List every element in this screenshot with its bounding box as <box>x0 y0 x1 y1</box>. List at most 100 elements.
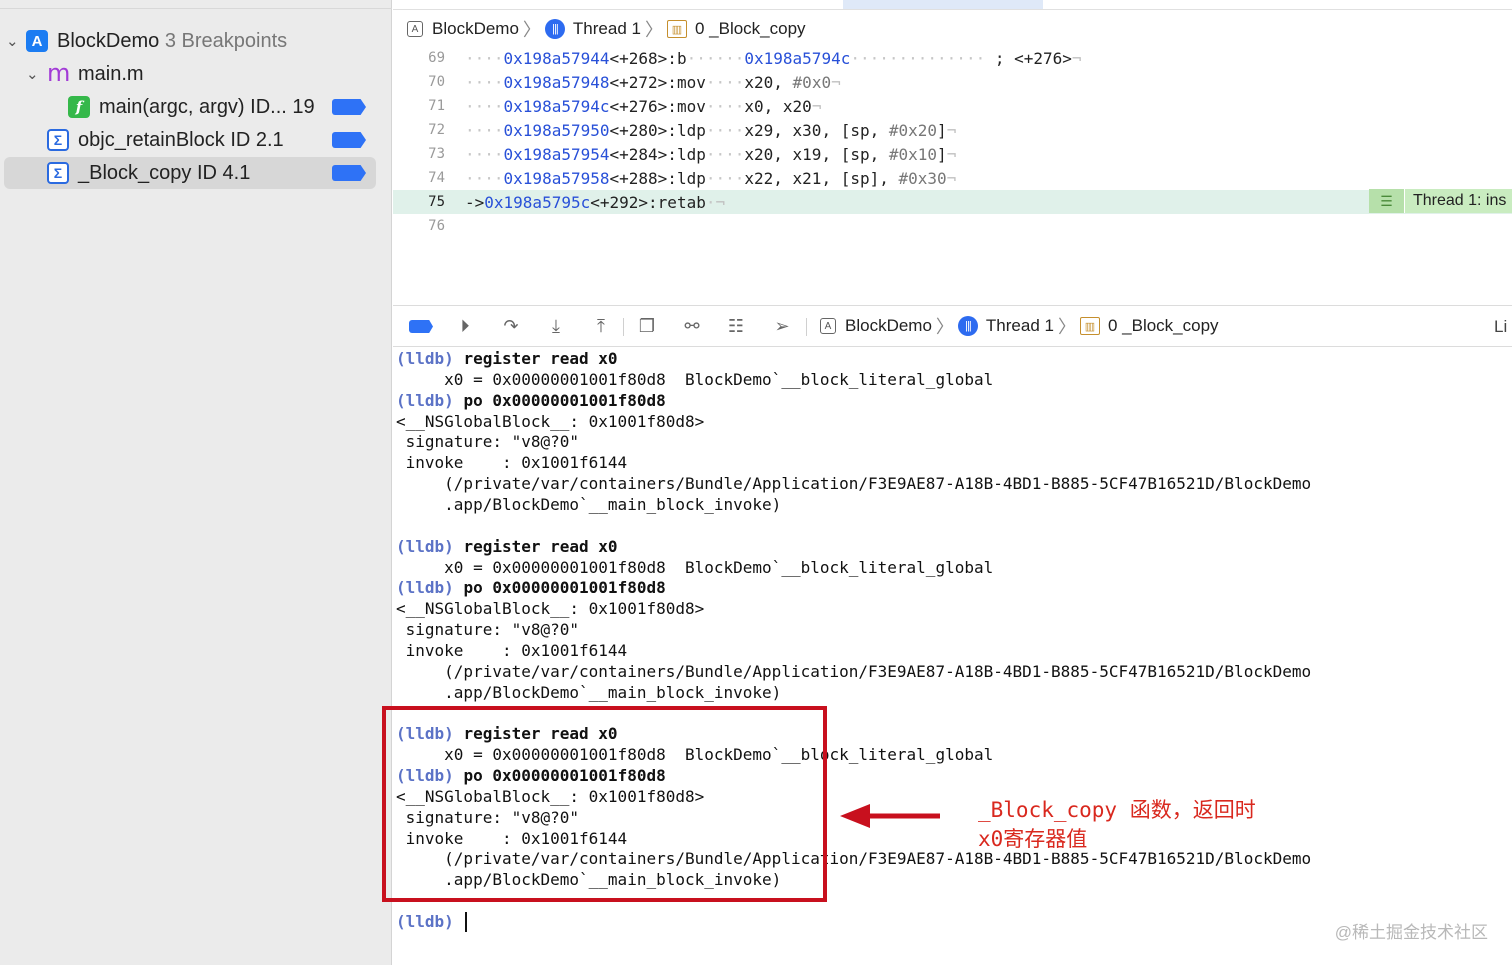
instruction-address: 0x198a57948 <box>503 72 610 92</box>
debugbar-right-label[interactable]: Li <box>1494 306 1512 348</box>
indent-dots: ···· <box>465 120 504 140</box>
instruction-operands: x20, <box>744 72 793 92</box>
chevron-right-icon: 〉 <box>1057 317 1076 337</box>
breakpoint-flag-icon[interactable] <box>332 165 366 181</box>
console-output: x0 = 0x00000001001f80d8 BlockDemo`__bloc… <box>396 369 994 389</box>
debug-jump-bar: A BlockDemo 〉 ||| Thread 1 〉 ▥ 0 _Block_… <box>820 306 1219 346</box>
lldb-prompt: (lldb) <box>396 349 454 368</box>
newline-marker: ¬ <box>946 120 957 140</box>
console-output: <__NSGlobalBlock__: 0x1001f80d8> <box>396 411 705 431</box>
branch-target: 0x198a5794c <box>744 48 851 68</box>
file-row[interactable]: ⌄ m main.m <box>0 58 392 90</box>
project-row[interactable]: ⌄ A BlockDemo 3 Breakpoints <box>0 25 392 57</box>
console-line: <__NSGlobalBlock__: 0x1001f80d8> <box>396 598 704 619</box>
indent-dots: ···· <box>465 48 504 68</box>
annotation-highlight-box <box>382 706 827 902</box>
console-line: signature: "v8@?0" <box>396 431 579 452</box>
console-line: <__NSGlobalBlock__: 0x1001f80d8> <box>396 411 704 432</box>
chevron-right-icon: 〉 <box>935 317 954 337</box>
instruction-operands: x29, x30, [sp, <box>744 120 889 140</box>
tab-dots: · <box>705 192 716 212</box>
immediate-value: #0x30 <box>898 168 947 188</box>
chevron-down-icon[interactable]: ⌄ <box>6 32 19 50</box>
console-output: .app/BlockDemo`__main_block_invoke) <box>396 682 782 702</box>
console-output: signature: "v8@?0" <box>396 432 580 452</box>
annotation-text-line2: x0寄存器值 <box>978 823 1088 853</box>
breakpoint-row-selected[interactable]: Σ _Block_copy ID 4.1 <box>0 157 392 189</box>
console-output: (/private/var/containers/Bundle/Applicat… <box>396 474 1312 494</box>
instruction-address: 0x198a57950 <box>503 120 610 140</box>
debugbar-project[interactable]: BlockDemo <box>845 316 932 336</box>
operand-tail: ] <box>937 144 947 164</box>
instruction-operands: x20, x19, [sp, <box>744 144 889 164</box>
debugbar-thread[interactable]: Thread 1 <box>986 316 1054 336</box>
breakpoints-toggle-icon[interactable] <box>409 320 433 333</box>
thread-icon: ||| <box>957 316 978 336</box>
code-line: 70 ···· 0x198a57948 <+272>: mov ···· x20, #0… <box>393 70 1512 94</box>
tab-dots: ···· <box>705 72 745 92</box>
indent-dots: ···· <box>465 144 504 164</box>
console-output: <__NSGlobalBlock__: 0x1001f80d8> <box>396 599 705 619</box>
instruction-address: 0x198a57944 <box>503 48 610 68</box>
console-output: invoke : 0x1001f6144 <box>396 453 628 473</box>
instruction-address: 0x198a57958 <box>503 168 610 188</box>
instruction-mnemonic: retab <box>657 192 706 212</box>
breakpoint-flag-icon[interactable] <box>332 132 366 148</box>
instruction-operands: x0, x20 <box>744 96 812 116</box>
console-line: .app/BlockDemo`__main_block_invoke) <box>396 682 781 703</box>
console-line: (/private/var/containers/Bundle/Applicat… <box>396 473 1311 494</box>
annotation-text-line1: _Block_copy 函数，返回时 <box>978 794 1256 824</box>
console-line: (lldb) po 0x00000001001f80d8 <box>396 390 666 411</box>
code-line: 73 ···· 0x198a57954 <+284>: ldp ···· x20, x1… <box>393 142 1512 166</box>
newline-marker: ¬ <box>831 72 841 92</box>
step-out-icon[interactable]: ⤒ <box>589 314 613 338</box>
environment-overrides-icon[interactable]: ☷ <box>724 314 748 338</box>
newline-marker: ¬ <box>715 192 726 212</box>
jumpbar-thread[interactable]: Thread 1 <box>573 19 641 39</box>
debugbar-frame[interactable]: 0 _Block_copy <box>1108 316 1219 336</box>
instruction-address: 0x198a5795c <box>484 192 591 212</box>
console-line: invoke : 0x1001f6144 <box>396 640 628 661</box>
breakpoint-flag-icon[interactable] <box>332 99 366 115</box>
lldb-command: po 0x00000001001f80d8 <box>463 578 666 598</box>
tab-dots: ·············· <box>850 48 995 68</box>
simulate-location-icon[interactable]: ➢ <box>770 314 794 338</box>
thread-status-badge[interactable]: ☰ Thread 1: ins <box>1369 189 1512 213</box>
active-tab-indicator[interactable] <box>843 0 1043 9</box>
line-number: 71 <box>428 98 445 114</box>
line-number: 69 <box>428 50 445 66</box>
console-output: (/private/var/containers/Bundle/Applicat… <box>396 661 1312 681</box>
instruction-offset: <+284>: <box>609 144 677 164</box>
step-over-icon[interactable]: ↷ <box>499 314 523 338</box>
continue-icon[interactable]: ⏵ <box>453 314 477 338</box>
jumpbar-project[interactable]: BlockDemo <box>432 19 519 39</box>
menu-lines-icon[interactable]: ☰ <box>1369 189 1405 213</box>
breakpoint-label: _Block_copy ID 4.1 <box>78 162 250 185</box>
code-line: 69 ···· 0x198a57944 <+268>: b ······ 0x198a5… <box>393 46 1512 70</box>
instruction-address: 0x198a5794c <box>503 96 610 116</box>
toolbar-divider <box>623 318 624 336</box>
breakpoint-row[interactable]: Σ objc_retainBlock ID 2.1 <box>0 124 392 156</box>
step-into-icon[interactable]: ⤓ <box>544 314 568 338</box>
immediate-value: #0x0 <box>792 72 832 92</box>
current-instruction-line: 75 -> 0x198a5795c <+292>: retab · ¬ <box>393 190 1512 214</box>
memory-graph-icon[interactable]: ⚯ <box>680 314 704 338</box>
instruction-offset: <+272>: <box>609 72 677 92</box>
lldb-prompt: (lldb) <box>396 536 454 556</box>
objc-file-icon: m <box>47 59 71 87</box>
instruction-offset: <+276>: <box>609 96 677 116</box>
instruction-mnemonic: mov <box>676 72 706 92</box>
instruction-offset: <+288>: <box>609 168 677 188</box>
breakpoint-row[interactable]: f main(argc, argv) ID... 19 <box>0 91 392 123</box>
chevron-right-icon: 〉 <box>644 20 663 40</box>
chevron-down-icon[interactable]: ⌄ <box>26 65 39 83</box>
console-line: signature: "v8@?0" <box>396 619 579 640</box>
console-line: (lldb) <box>396 911 468 933</box>
jumpbar-frame[interactable]: 0 _Block_copy <box>695 19 806 39</box>
symbolic-breakpoint-icon: Σ <box>47 129 69 151</box>
lldb-command: register read x0 <box>463 349 618 368</box>
view-hierarchy-icon[interactable]: ❐ <box>635 314 659 338</box>
thread-badge-label: Thread 1: ins <box>1413 192 1507 209</box>
console-output: .app/BlockDemo`__main_block_invoke) <box>396 494 782 514</box>
breakpoint-symbol: main(argc, argv) <box>99 95 245 118</box>
